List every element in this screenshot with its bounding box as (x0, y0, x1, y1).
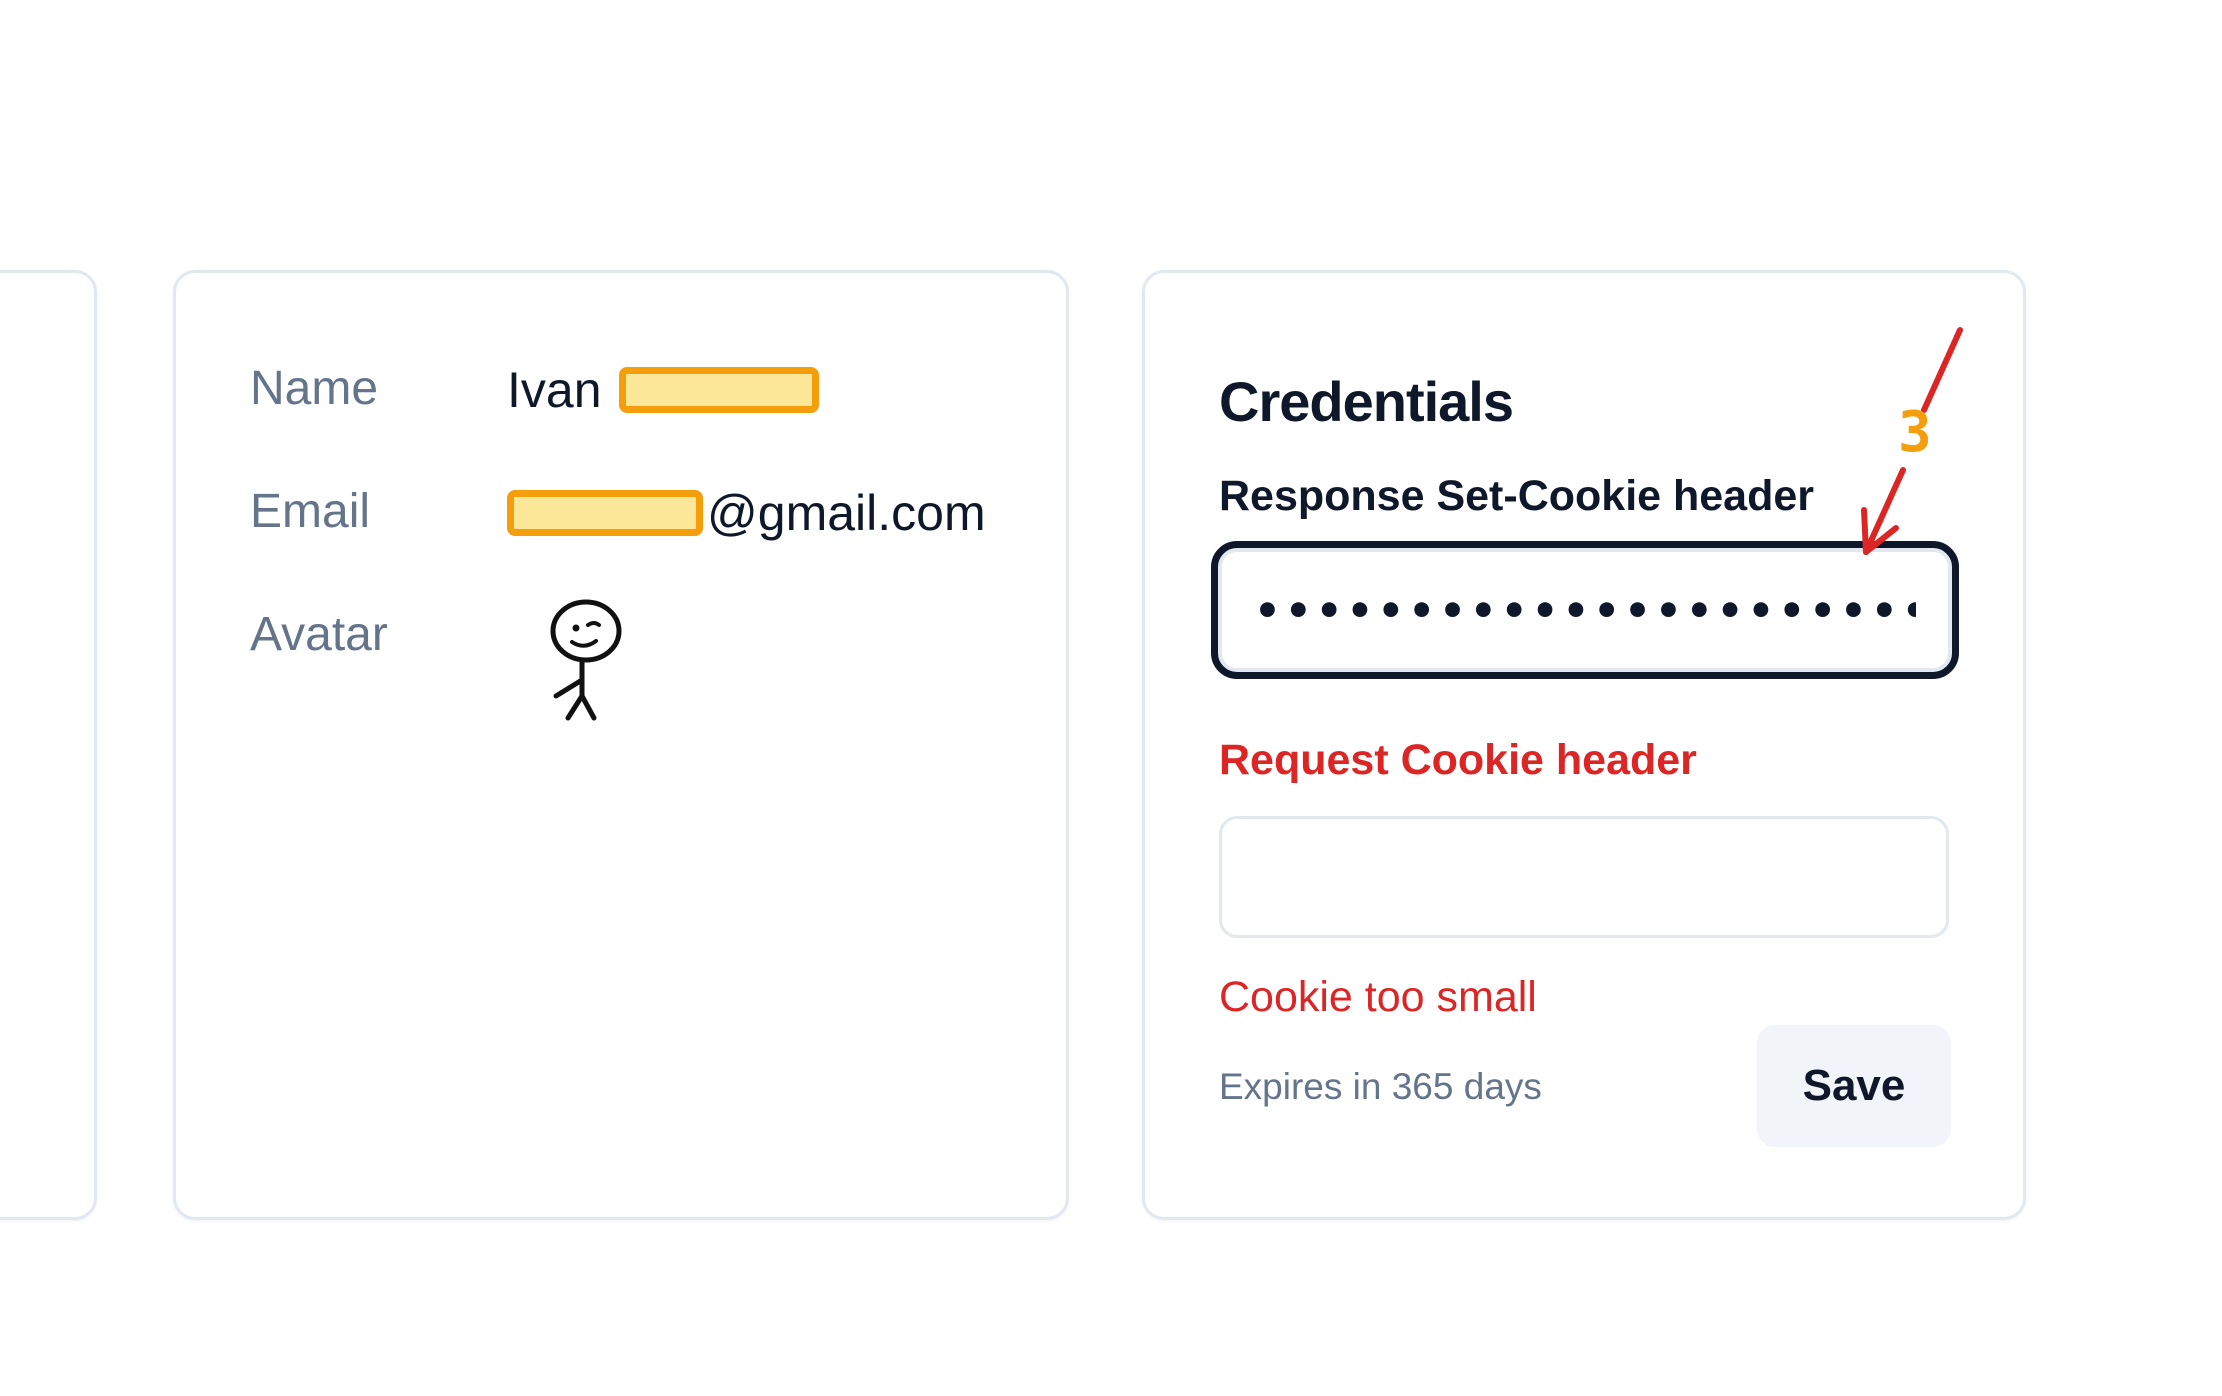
email-suffix: @gmail.com (707, 485, 986, 541)
stick-figure-avatar-icon (550, 599, 622, 721)
name-first: Ivan (507, 362, 602, 418)
page: Name Ivan Email @gmail.com Avatar Creden… (0, 0, 2222, 1396)
save-button[interactable]: Save (1757, 1025, 1951, 1147)
credentials-title: Credentials (1219, 370, 1514, 433)
credentials-card: Credentials Response Set-Cookie header R… (1142, 270, 2026, 1220)
name-label: Name (250, 362, 379, 415)
annotation-number: 3 (1898, 400, 1932, 465)
set-cookie-input[interactable] (1211, 541, 1959, 679)
email-redaction (507, 489, 703, 536)
avatar-label: Avatar (250, 608, 388, 661)
email-value: @gmail.com (507, 488, 986, 538)
email-label: Email (250, 485, 371, 538)
set-cookie-label: Response Set-Cookie header (1219, 472, 1815, 520)
name-redaction (619, 366, 820, 413)
expires-text: Expires in 365 days (1219, 1066, 1542, 1107)
cookie-error-message: Cookie too small (1219, 973, 1537, 1021)
profile-card: Name Ivan Email @gmail.com Avatar (173, 270, 1069, 1220)
partial-card-left (0, 270, 97, 1220)
name-value: Ivan (507, 362, 820, 418)
cookie-label: Request Cookie header (1219, 736, 1697, 784)
avatar (528, 598, 638, 723)
cookie-input[interactable] (1219, 816, 1949, 938)
